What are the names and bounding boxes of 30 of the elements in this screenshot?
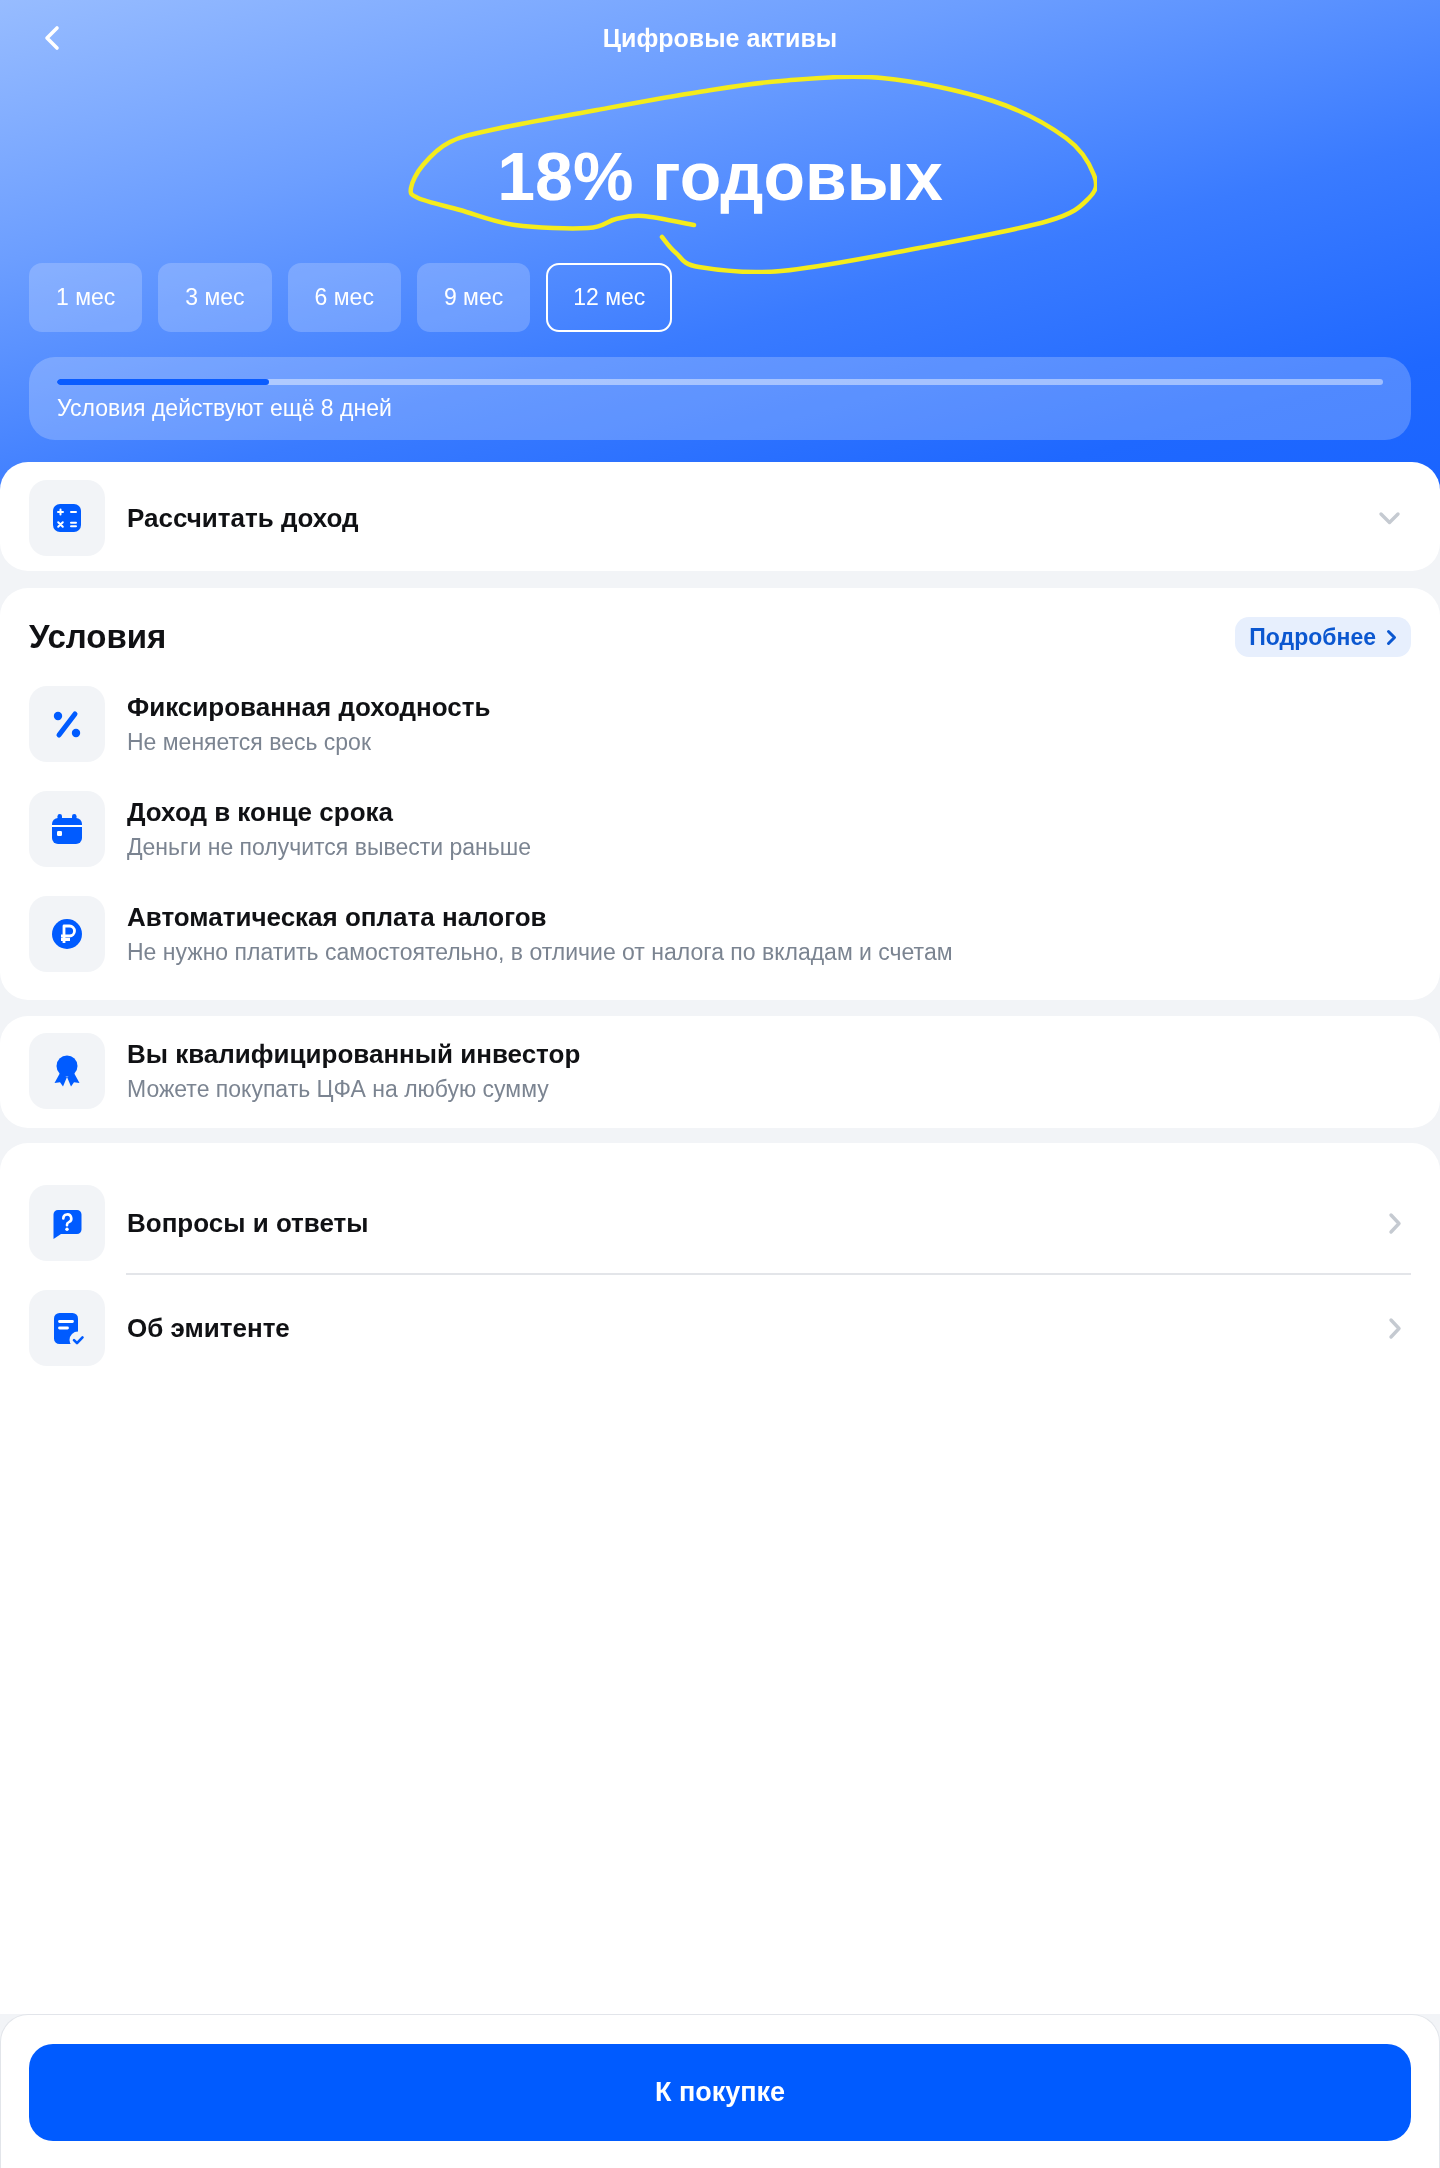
condition-description: Не меняется весь срок <box>127 728 371 757</box>
condition-title: Автоматическая оплата налогов <box>127 901 547 933</box>
calculator-accordion[interactable]: Рассчитать доход <box>0 462 1440 571</box>
chevron-right-icon <box>1386 628 1397 646</box>
ruble-coin-icon <box>29 896 105 972</box>
condition-description: Деньги не получится вывести раньше <box>127 833 531 862</box>
chevron-right-icon <box>1388 1316 1402 1340</box>
percent-icon <box>29 686 105 762</box>
term-tab[interactable]: 12 мес <box>546 263 673 332</box>
document-check-icon <box>29 1290 105 1366</box>
calculator-icon <box>29 480 105 556</box>
chevron-down-icon[interactable] <box>1378 510 1401 526</box>
question-bubble-icon <box>29 1185 105 1261</box>
calendar-icon <box>29 791 105 867</box>
details-link[interactable]: Подробнее <box>1235 617 1411 657</box>
condition-description: Не нужно платить самостоятельно, в отличие от налога по вкладам и счетам <box>127 938 953 967</box>
award-icon <box>29 1033 105 1109</box>
condition-title: Фиксированная доходность <box>127 691 491 723</box>
back-icon[interactable] <box>42 24 62 52</box>
chevron-right-icon <box>1388 1211 1402 1235</box>
investor-status-description: Можете покупать ЦФА на любую сумму <box>127 1075 549 1104</box>
screen-title: Цифровые активы <box>602 23 838 54</box>
investor-status-title: Вы квалифицированный инвестор <box>127 1038 581 1070</box>
buy-button[interactable]: К покупке <box>29 2044 1411 2141</box>
menu-item[interactable]: Об эмитенте <box>0 1278 1440 1378</box>
timer-caption: Условия действуют ещё 8 дней <box>57 394 392 422</box>
section-title: Условия <box>29 617 167 657</box>
menu-item[interactable]: Вопросы и ответы <box>0 1173 1440 1273</box>
condition-title: Доход в конце срока <box>127 796 393 828</box>
rate-heading: 18% годовых <box>497 137 943 216</box>
